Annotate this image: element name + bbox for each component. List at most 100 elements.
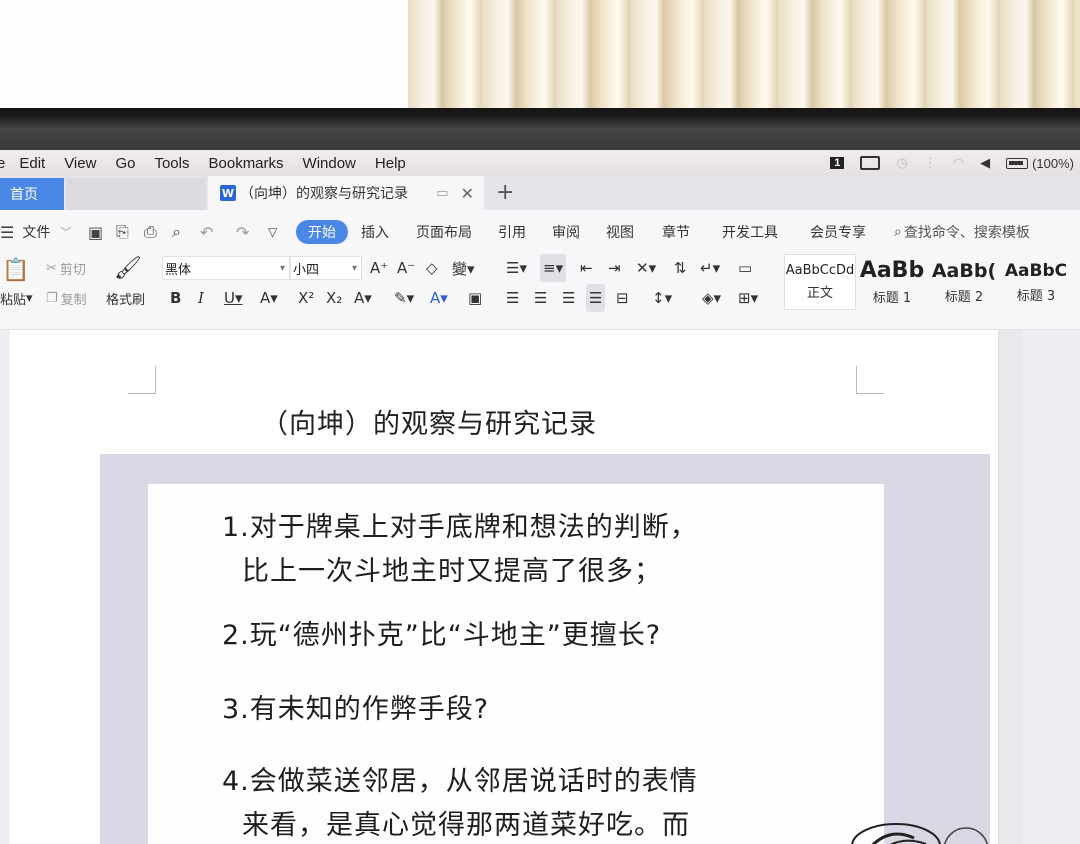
font-size-value: 小四 — [293, 262, 320, 278]
tab-window-icon[interactable]: ▭ — [436, 186, 448, 201]
cut-button[interactable]: ✂ 剪切 — [46, 254, 86, 282]
style-sample: AaBbC — [1004, 260, 1068, 281]
align-left-icon[interactable]: ☰ — [506, 284, 519, 312]
redo-icon[interactable]: ↷ — [236, 220, 249, 244]
undo-icon[interactable]: ↶ — [200, 220, 213, 244]
style-sample: AaBb — [859, 258, 925, 283]
menu-bookmarks[interactable]: Bookmarks — [209, 155, 284, 172]
desktop-number-badge[interactable]: 1 — [830, 157, 845, 169]
subscript-icon[interactable]: X₂ — [326, 284, 342, 312]
copy-label: 复制 — [60, 292, 87, 308]
chevron-down-icon: ﹀ — [60, 226, 72, 239]
menu-view[interactable]: View — [64, 155, 96, 172]
close-icon[interactable]: ✕ — [461, 184, 474, 203]
tab-member[interactable]: 会员专享 — [810, 220, 866, 244]
writer-doc-icon: W — [220, 185, 236, 201]
menu-window[interactable]: Window — [303, 155, 356, 172]
chinese-layout-icon[interactable]: ✕▾ — [636, 254, 656, 282]
style-heading-2[interactable]: AaBb( 标题 2 — [928, 254, 1000, 310]
highlight-icon[interactable]: ✎▾ — [394, 284, 414, 312]
tab-start[interactable]: 开始 — [296, 220, 348, 244]
tab-empty[interactable] — [66, 178, 206, 210]
battery-icon — [1006, 157, 1029, 169]
quick-access-dropdown-icon[interactable]: ▽ — [268, 220, 277, 244]
battery-percent: (100%) — [1032, 155, 1074, 171]
vertical-scrollbar[interactable] — [998, 330, 1022, 844]
style-heading-1[interactable]: AaBb 标题 1 — [856, 254, 928, 310]
volume-icon[interactable]: ◀ — [980, 155, 990, 171]
style-normal[interactable]: AaBbCcDd 正文 — [784, 254, 856, 310]
ribbon-menu-row: ☰ 文件 ﹀ ▣ ⎘ ⎙ ⌕ ↶ ↷ ▽ 开始 插入 页面布局 引用 审阅 视图… — [0, 220, 1080, 244]
paste-button[interactable]: 粘贴 ▾ — [0, 284, 33, 312]
cut-label: 剪切 — [59, 262, 86, 278]
print-icon[interactable]: ⎙ — [144, 220, 157, 244]
grow-font-icon[interactable]: A⁺ — [370, 254, 388, 282]
line-spacing-icon[interactable]: ↕▾ — [652, 284, 672, 312]
italic-icon[interactable]: I — [198, 284, 204, 312]
char-border-icon[interactable]: ▣ — [468, 284, 482, 312]
justify-icon[interactable]: ☰ — [586, 284, 606, 312]
paste-icon[interactable]: 📋 — [2, 256, 29, 284]
shading-icon[interactable]: ◈▾ — [702, 284, 721, 312]
strikethrough-icon[interactable]: A▾ — [260, 284, 278, 312]
format-painter-button[interactable]: 格式刷 — [106, 284, 145, 312]
style-heading-3[interactable]: AaBbC 标题 3 — [1000, 254, 1072, 310]
tab-view[interactable]: 视图 — [606, 220, 634, 244]
status-area: 1 ◷ ⋮ ◠ ◀ (100%) — [830, 150, 1080, 176]
align-center-icon[interactable]: ☰ — [534, 284, 547, 312]
tab-home[interactable]: 首页 — [0, 178, 64, 210]
bullet-list-icon[interactable]: ☰▾ — [506, 254, 527, 282]
tab-document[interactable]: W （向坤）的观察与研究记录 ▭ ✕ — [208, 176, 484, 210]
sort-icon[interactable]: ⇅ — [674, 254, 687, 282]
file-menu-button[interactable]: ☰ 文件 ﹀ — [0, 220, 71, 244]
shrink-font-icon[interactable]: A⁻ — [397, 254, 415, 282]
distributed-icon[interactable]: ⊟ — [616, 284, 629, 312]
clear-format-icon[interactable]: ◇ — [426, 254, 438, 282]
note-item-3: 3.有未知的作弊手段? — [222, 688, 489, 732]
battery-status[interactable]: (100%) — [1006, 156, 1080, 171]
tab-page-layout[interactable]: 页面布局 — [416, 220, 472, 244]
document-page[interactable]: （向坤）的观察与研究记录 1.对于牌桌上对手底牌和想法的判断， 比上一次斗地主时… — [10, 330, 998, 844]
decrease-indent-icon[interactable]: ⇤ — [580, 254, 593, 282]
time-machine-icon[interactable]: ◷ — [896, 155, 907, 171]
superscript-icon[interactable]: X² — [298, 284, 314, 312]
align-right-icon[interactable]: ☰ — [562, 284, 575, 312]
curtain-background — [408, 0, 1080, 108]
font-size-select[interactable]: 小四 ▾ — [290, 256, 362, 280]
menu-help[interactable]: Help — [375, 155, 406, 172]
image-panel[interactable]: 1.对于牌桌上对手底牌和想法的判断， 比上一次斗地主时又提高了很多； 2.玩“德… — [100, 454, 990, 844]
font-color-icon[interactable]: A▾ — [430, 284, 448, 312]
phonetic-guide-icon[interactable]: 變▾ — [452, 254, 475, 282]
export-pdf-icon[interactable]: ⎘ — [116, 220, 129, 244]
tab-stops-icon[interactable]: ▭ — [738, 254, 752, 282]
display-icon[interactable] — [860, 156, 881, 170]
menu-tools[interactable]: Tools — [154, 155, 189, 172]
underline-icon[interactable]: U▾ — [224, 284, 243, 312]
note-line: 1.对于牌桌上对手底牌和想法的判断， — [222, 512, 698, 543]
increase-indent-icon[interactable]: ⇥ — [608, 254, 621, 282]
borders-icon[interactable]: ⊞▾ — [738, 284, 758, 312]
tab-chapter[interactable]: 章节 — [662, 220, 690, 244]
tab-review[interactable]: 审阅 — [552, 220, 580, 244]
numbered-list-icon[interactable]: ≡▾ — [540, 254, 567, 282]
tab-references[interactable]: 引用 — [498, 220, 526, 244]
menu-edit[interactable]: Edit — [19, 155, 45, 172]
wifi-icon[interactable]: ◠ — [953, 155, 964, 171]
text-effect-icon[interactable]: A▾ — [354, 284, 372, 312]
save-icon[interactable]: ▣ — [88, 220, 103, 244]
paragraph-marks-icon[interactable]: ↵▾ — [700, 254, 720, 282]
new-tab-button[interactable]: + — [496, 180, 514, 205]
print-preview-icon[interactable]: ⌕ — [172, 220, 181, 244]
bold-icon[interactable]: B — [170, 284, 181, 312]
tab-insert[interactable]: 插入 — [361, 220, 389, 244]
font-name-select[interactable]: 黑体 ▾ — [162, 256, 290, 280]
style-sample: AaBb( — [931, 259, 997, 282]
tab-developer[interactable]: 开发工具 — [722, 220, 778, 244]
style-sample: AaBbCcDd — [785, 263, 855, 278]
copy-button[interactable]: ❐ 复制 — [46, 284, 87, 312]
command-search[interactable]: ⌕ 查找命令、搜索模板 — [894, 220, 1030, 244]
copy-icon: ❐ — [46, 290, 58, 306]
format-painter-icon[interactable]: 🖌 — [114, 254, 142, 282]
menu-go[interactable]: Go — [115, 155, 135, 172]
menu-file[interactable]: e — [0, 155, 5, 172]
